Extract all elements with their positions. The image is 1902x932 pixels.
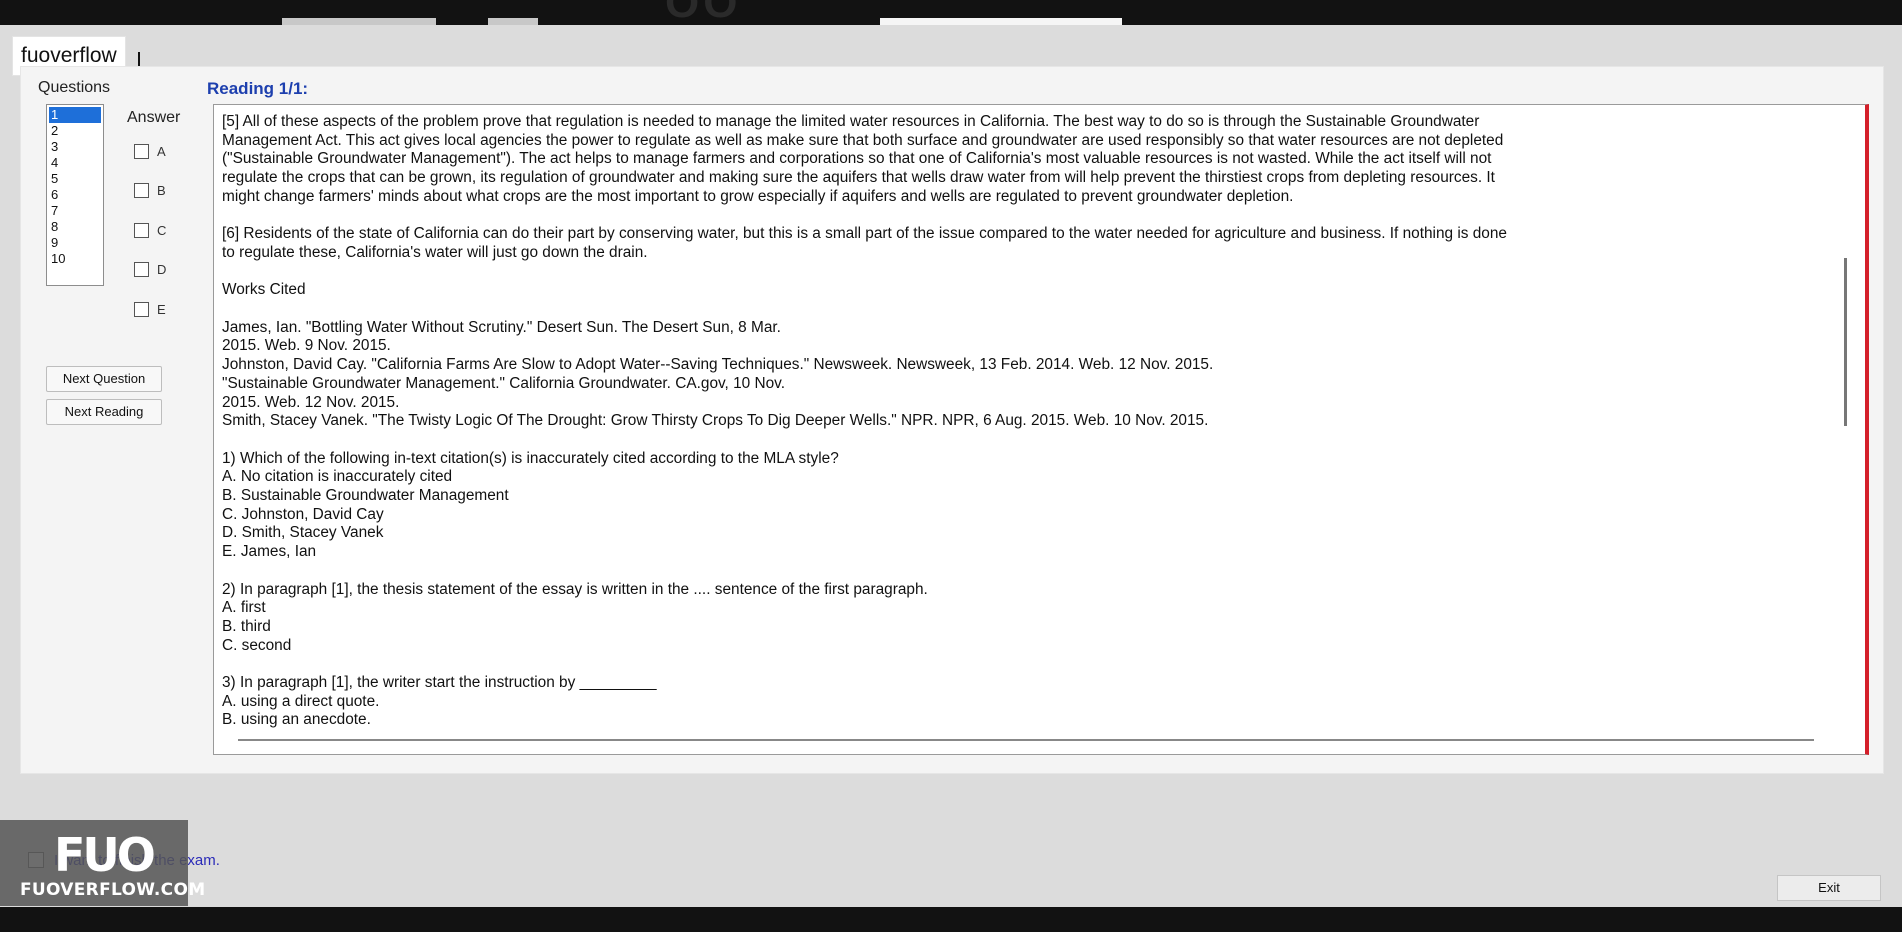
questions-header: Questions xyxy=(38,79,111,96)
citation-line: James, Ian. "Bottling Water Without Scru… xyxy=(222,318,781,336)
answer-c-checkbox[interactable] xyxy=(134,222,149,238)
answer-e-label: E xyxy=(157,301,166,317)
citation-line: Smith, Stacey Vanek. "The Twisty Logic O… xyxy=(222,412,1209,430)
next-reading-button[interactable]: Next Reading xyxy=(46,399,162,425)
question-list-item[interactable]: 5 xyxy=(47,171,103,187)
works-cited-list: James, Ian. "Bottling Water Without Scru… xyxy=(222,319,1622,431)
top-bar-image xyxy=(880,18,1122,25)
question-2-option: A. first xyxy=(222,599,266,617)
question-1-option: A. No citation is inaccurately cited xyxy=(222,468,453,486)
question-list-item[interactable]: 7 xyxy=(47,203,103,219)
answer-option-b[interactable]: B xyxy=(134,182,166,198)
reading-title: Reading 1/1: xyxy=(207,79,309,98)
question-3-block: 3) In paragraph [1], the writer start th… xyxy=(222,674,1622,730)
question-list-item[interactable]: 9 xyxy=(47,235,103,251)
question-list-item[interactable]: 1 xyxy=(49,107,101,123)
answer-d-checkbox[interactable] xyxy=(134,261,149,277)
fuoverflow-watermark: FUO FUOVERFLOW.COM xyxy=(0,820,205,906)
citation-line: 2015. Web. 9 Nov. 2015. xyxy=(222,337,391,355)
question-2-option: C. second xyxy=(222,636,292,654)
top-bar-timer-fragment: OO xyxy=(665,0,742,25)
horizontal-scrollbar[interactable] xyxy=(238,739,1814,741)
answer-option-c[interactable]: C xyxy=(134,222,166,238)
question-2-option: B. third xyxy=(222,617,271,635)
citation-line: 2015. Web. 12 Nov. 2015. xyxy=(222,393,400,411)
question-3-stem: 3) In paragraph [1], the writer start th… xyxy=(222,674,657,691)
question-1-option: C. Johnston, David Cay xyxy=(222,505,384,523)
reading-paragraph-5: [5] All of these aspects of the problem … xyxy=(222,113,1504,205)
top-bar-field xyxy=(488,18,538,25)
question-list-item[interactable]: 8 xyxy=(47,219,103,235)
next-question-button[interactable]: Next Question xyxy=(46,366,162,392)
watermark-logo: FUO xyxy=(54,828,156,882)
question-list-item[interactable]: 4 xyxy=(47,155,103,171)
question-1-stem: 1) Which of the following in-text citati… xyxy=(222,449,839,467)
question-3-option: B. using an anecdote. xyxy=(222,711,371,729)
answer-e-checkbox[interactable] xyxy=(134,301,149,317)
top-bar-field xyxy=(282,18,436,25)
question-2-block: 2) In paragraph [1], the thesis statemen… xyxy=(222,581,1622,656)
question-1-option: B. Sustainable Groundwater Management xyxy=(222,487,509,504)
answer-d-label: D xyxy=(157,261,167,277)
question-1-option: D. Smith, Stacey Vanek xyxy=(222,524,384,542)
answer-b-checkbox[interactable] xyxy=(134,182,149,198)
question-list-item[interactable]: 10 xyxy=(47,251,103,267)
reading-paragraph-6: [6] Residents of the state of California… xyxy=(222,225,1507,261)
answer-option-e[interactable]: E xyxy=(134,301,166,317)
answer-option-a[interactable]: A xyxy=(134,143,166,159)
answer-option-d[interactable]: D xyxy=(134,261,166,277)
answer-b-label: B xyxy=(157,182,166,198)
works-cited-title: Works Cited xyxy=(222,281,306,299)
question-list-item[interactable]: 2 xyxy=(47,123,103,139)
reading-textbox[interactable]: [5] All of these aspects of the problem … xyxy=(213,104,1869,755)
answer-header: Answer xyxy=(127,109,181,126)
question-2-stem: 2) In paragraph [1], the thesis statemen… xyxy=(222,580,928,598)
top-bar: OO xyxy=(0,0,1902,25)
answer-a-checkbox[interactable] xyxy=(134,143,149,159)
question-list-item[interactable]: 3 xyxy=(47,139,103,155)
bottom-bar xyxy=(0,907,1902,932)
question-list-item[interactable]: 6 xyxy=(47,187,103,203)
answer-a-label: A xyxy=(157,143,166,159)
citation-line: Johnston, David Cay. "California Farms A… xyxy=(222,356,1214,374)
citation-line: "Sustainable Groundwater Management." Ca… xyxy=(222,374,786,392)
watermark-site: FUOVERFLOW.COM xyxy=(20,880,206,900)
question-1-option: E. James, Ian xyxy=(222,543,317,561)
vertical-scrollbar[interactable] xyxy=(1844,258,1847,426)
question-3-option: A. using a direct quote. xyxy=(222,692,380,710)
question-list[interactable]: 1 2 3 4 5 6 7 8 9 10 xyxy=(46,104,104,286)
exit-button[interactable]: Exit xyxy=(1777,875,1881,901)
answer-c-label: C xyxy=(157,222,167,238)
question-1-block: 1) Which of the following in-text citati… xyxy=(222,450,1622,562)
